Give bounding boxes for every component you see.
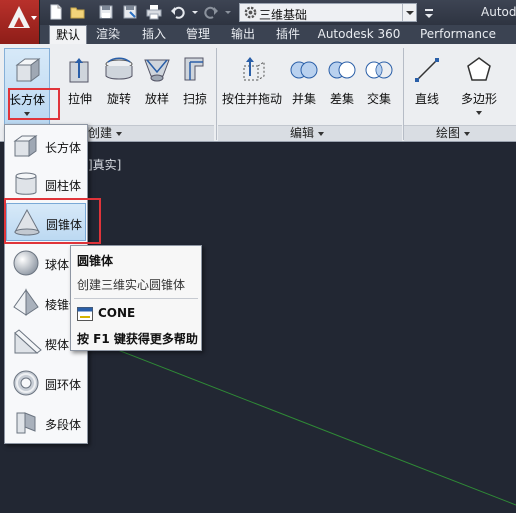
redo-dropdown-icon[interactable] bbox=[220, 4, 231, 20]
chevron-down-icon bbox=[463, 131, 470, 136]
chevron-down-icon bbox=[317, 131, 324, 136]
app-title: Autod bbox=[481, 5, 516, 19]
cone-tooltip: 圆锥体 创建三维实心圆锥体 CONE 按 F1 键获得更多帮助 bbox=[70, 245, 202, 351]
sweep-icon bbox=[179, 54, 211, 86]
application-menu-button[interactable] bbox=[0, 0, 40, 44]
save-as-icon[interactable] bbox=[122, 4, 138, 20]
edit-panel-title[interactable]: 编辑 bbox=[218, 125, 402, 141]
title-bar: 三维基础 Autod bbox=[0, 0, 516, 25]
box-icon bbox=[10, 130, 42, 162]
intersect-button[interactable]: 交集 bbox=[362, 54, 396, 114]
tooltip-description: 创建三维实心圆锥体 bbox=[77, 278, 186, 292]
tooltip-command: CONE bbox=[98, 306, 136, 320]
tab-default[interactable]: 默认 bbox=[49, 25, 87, 44]
list-item-polysolid[interactable]: 多段体 bbox=[6, 404, 86, 442]
polygon-dropdown-caret[interactable] bbox=[455, 106, 503, 119]
undo-dropdown-icon[interactable] bbox=[187, 4, 198, 20]
chevron-down-icon[interactable] bbox=[402, 4, 416, 21]
extrude-icon bbox=[64, 54, 96, 86]
list-item-torus[interactable]: 圆环体 bbox=[6, 364, 86, 402]
new-file-icon[interactable] bbox=[48, 4, 64, 20]
tooltip-title: 圆锥体 bbox=[77, 254, 114, 268]
line-button[interactable]: 直线 bbox=[407, 54, 447, 114]
viewport-visual-style-label[interactable]: ]真实] bbox=[88, 156, 121, 173]
tab-insert[interactable]: 插入 bbox=[137, 25, 171, 44]
tab-manage[interactable]: 管理 bbox=[181, 25, 215, 44]
workspace-value: 三维基础 bbox=[259, 8, 308, 22]
customize-quick-access-icon[interactable] bbox=[423, 6, 435, 20]
presspull-icon bbox=[236, 54, 268, 86]
draw-panel-title[interactable]: 绘图 bbox=[404, 125, 516, 141]
highlight-box-label bbox=[8, 88, 60, 120]
torus-icon bbox=[10, 367, 42, 399]
revolve-icon bbox=[103, 54, 135, 86]
pyramid-icon bbox=[10, 287, 42, 319]
chevron-down-icon bbox=[115, 131, 122, 136]
polysolid-icon bbox=[10, 407, 42, 439]
tab-plugins[interactable]: 插件 bbox=[271, 25, 305, 44]
ribbon-tabs: 默认 渲染 插入 管理 输出 插件 Autodesk 360 Performan… bbox=[40, 25, 516, 44]
polygon-button[interactable]: 多边形 bbox=[455, 54, 503, 124]
workspace-selector[interactable]: 三维基础 bbox=[239, 3, 417, 22]
subtract-button[interactable]: 差集 bbox=[325, 54, 359, 114]
polygon-icon bbox=[463, 54, 495, 86]
line-icon bbox=[411, 54, 443, 86]
intersect-icon bbox=[363, 54, 395, 86]
save-icon[interactable] bbox=[98, 4, 114, 20]
redo-icon[interactable] bbox=[203, 4, 219, 20]
chevron-down-icon bbox=[31, 16, 37, 20]
union-button[interactable]: 并集 bbox=[287, 54, 321, 114]
highlight-cone-item bbox=[4, 198, 101, 244]
wedge-icon bbox=[10, 327, 42, 359]
presspull-button[interactable]: 按住并拖动 bbox=[219, 54, 285, 114]
tooltip-help: 按 F1 键获得更多帮助 bbox=[77, 332, 198, 346]
loft-button[interactable]: 放样 bbox=[138, 54, 176, 114]
print-icon[interactable] bbox=[146, 4, 162, 20]
revolve-button[interactable]: 旋转 bbox=[100, 54, 138, 114]
subtract-icon bbox=[326, 54, 358, 86]
tab-autodesk-360[interactable]: Autodesk 360 bbox=[314, 25, 404, 44]
cylinder-icon bbox=[10, 168, 42, 200]
undo-icon[interactable] bbox=[170, 4, 186, 20]
command-icon bbox=[77, 307, 93, 321]
extrude-button[interactable]: 拉伸 bbox=[62, 54, 98, 114]
box-icon bbox=[11, 53, 45, 87]
tab-performance[interactable]: Performance bbox=[415, 25, 501, 44]
tab-output[interactable]: 输出 bbox=[226, 25, 260, 44]
loft-icon bbox=[141, 54, 173, 86]
tab-render[interactable]: 渲染 bbox=[91, 25, 125, 44]
gear-icon bbox=[243, 5, 258, 20]
sweep-button[interactable]: 扫掠 bbox=[176, 54, 214, 114]
list-item-box[interactable]: 长方体 bbox=[6, 127, 86, 165]
open-file-icon[interactable] bbox=[70, 4, 86, 20]
sphere-icon bbox=[10, 247, 42, 279]
union-icon bbox=[288, 54, 320, 86]
